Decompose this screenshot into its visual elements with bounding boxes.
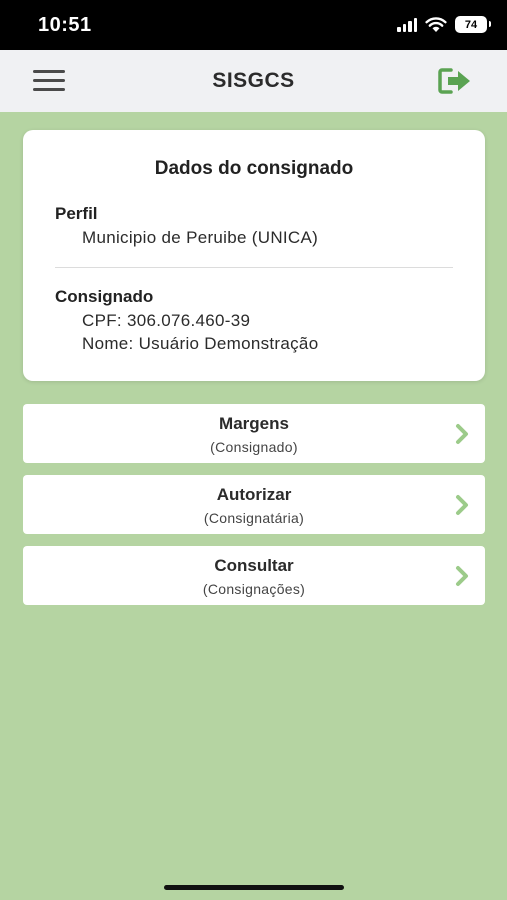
menu-item-subtitle: (Consignações) xyxy=(202,581,306,597)
battery-icon: 74 xyxy=(455,16,491,33)
home-indicator[interactable] xyxy=(164,885,344,890)
menu-item-title: Autorizar xyxy=(216,485,292,504)
menu-item-title: Margens xyxy=(219,414,289,433)
wifi-icon xyxy=(425,16,447,33)
chevron-right-icon xyxy=(456,566,468,586)
consignado-info-card: Dados do consignado Perfil Municipio de … xyxy=(23,130,485,381)
perfil-value: Municipio de Peruibe (UNICA) xyxy=(82,228,319,247)
app-bar: SISGCS xyxy=(0,50,507,112)
app-title: SISGCS xyxy=(212,69,295,92)
status-time: 10:51 xyxy=(38,14,92,36)
logout-icon[interactable] xyxy=(437,67,473,95)
cellular-signal-icon xyxy=(397,17,417,32)
menu-item-margens[interactable]: Margens (Consignado) xyxy=(23,404,485,463)
perfil-label: Perfil xyxy=(55,204,98,223)
menu-item-autorizar[interactable]: Autorizar (Consignatária) xyxy=(23,475,485,534)
menu-item-subtitle: (Consignatária) xyxy=(203,510,305,526)
card-title: Dados do consignado xyxy=(154,158,354,179)
status-icons: 74 xyxy=(397,16,491,33)
cpf-value: CPF: 306.076.460-39 xyxy=(82,311,251,330)
consignado-label: Consignado xyxy=(55,287,154,306)
chevron-right-icon xyxy=(456,495,468,515)
divider xyxy=(55,267,453,268)
menu-item-title: Consultar xyxy=(214,556,294,575)
status-bar: 10:51 74 xyxy=(0,0,507,50)
menu-item-consultar[interactable]: Consultar (Consignações) xyxy=(23,546,485,605)
nome-value: Nome: Usuário Demonstração xyxy=(82,334,319,353)
menu-item-subtitle: (Consignado) xyxy=(210,439,298,455)
chevron-right-icon xyxy=(456,424,468,444)
